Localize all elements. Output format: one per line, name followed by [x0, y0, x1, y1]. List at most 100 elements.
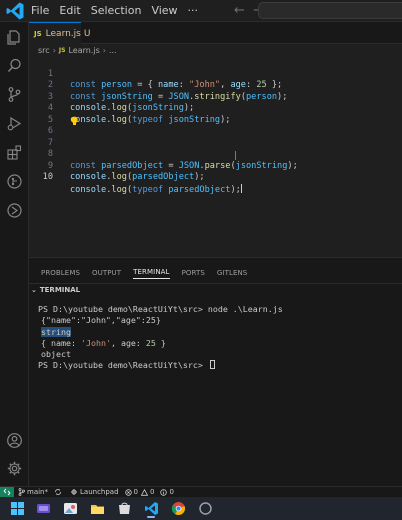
account-icon[interactable]: [6, 432, 23, 449]
sync-icon: [55, 489, 61, 495]
activity-bar: [0, 22, 29, 486]
code-line: 6: [29, 115, 402, 136]
back-arrow-icon[interactable]: ←: [234, 3, 245, 18]
launchpad-icon: [71, 489, 77, 495]
menu-edit[interactable]: Edit: [59, 4, 80, 17]
js-file-icon: JS: [58, 47, 66, 54]
code-line: 2 const jsonString = JSON.stringify(pers…: [29, 69, 402, 102]
editor-tabs: JS Learn.js U: [29, 22, 402, 44]
info-icon: [160, 488, 168, 496]
terminal-output-type: object: [41, 349, 71, 360]
code-line: 8 const parsedObject = JSON.parse(jsonSt…: [29, 138, 402, 171]
file-explorer-icon[interactable]: [90, 501, 105, 516]
vscode-logo-icon[interactable]: [5, 1, 25, 21]
js-file-icon: JS: [34, 29, 42, 38]
menu-more-icon[interactable]: ···: [188, 4, 199, 17]
chevron-right-icon: ›: [52, 46, 56, 55]
status-bar: main* Launchpad 0 0 0: [0, 486, 402, 498]
settings-gear-icon[interactable]: [6, 460, 23, 477]
breadcrumb-symbol[interactable]: ...: [109, 46, 117, 55]
widgets-icon[interactable]: [36, 501, 51, 516]
menu-selection[interactable]: Selection: [91, 4, 142, 17]
menu-file[interactable]: File: [31, 4, 49, 17]
terminal-section-header[interactable]: ⌄ TERMINAL: [29, 283, 402, 296]
command-center-search[interactable]: [258, 2, 402, 19]
terminal-prompt: PS D:\youtube demo\ReactUiYt\src>: [38, 360, 208, 371]
line-number: 10: [42, 172, 53, 182]
tab-output[interactable]: OUTPUT: [92, 269, 121, 279]
code-line: 1 const person = { name: "John", age: 25…: [29, 57, 402, 91]
source-control-icon[interactable]: [6, 86, 23, 103]
breadcrumb-folder[interactable]: src: [38, 46, 50, 55]
error-count: 0: [133, 488, 138, 496]
terminal-section-title: TERMINAL: [39, 286, 81, 294]
gitlens-icon[interactable]: [6, 173, 23, 190]
windows-start-icon[interactable]: [10, 501, 25, 516]
terminal-line: string: [38, 326, 283, 338]
extensions-icon[interactable]: [6, 144, 23, 161]
launchpad-label: Launchpad: [80, 488, 119, 496]
terminal-line: PS D:\youtube demo\ReactUiYt\src>: [38, 360, 283, 371]
tab-learn-js[interactable]: JS Learn.js U: [29, 22, 90, 44]
code-line: 9 console.log(parsedObject);: [29, 149, 402, 183]
info-count: 0: [169, 488, 174, 496]
warning-icon: [141, 488, 148, 496]
tab-untracked-badge: U: [83, 28, 91, 39]
bottom-panel: PROBLEMS OUTPUT TERMINAL PORTS GITLENS ⌄…: [29, 257, 402, 486]
branch-status[interactable]: main*: [18, 488, 48, 496]
panel-tabs: PROBLEMS OUTPUT TERMINAL PORTS GITLENS: [29, 265, 247, 279]
app-icon[interactable]: [198, 501, 213, 516]
remote-icon: [3, 488, 11, 496]
branch-name: main*: [27, 488, 48, 496]
code-line: 7: [29, 126, 402, 148]
git-branch-icon: [18, 488, 25, 496]
code-editor[interactable]: 1 const person = { name: "John", age: 25…: [29, 57, 402, 257]
lightbulb-icon[interactable]: [70, 116, 79, 126]
code-text: console.log(typeof parsedObject);: [70, 183, 242, 195]
terminal-output-object: }: [155, 337, 166, 348]
explorer-icon[interactable]: [6, 29, 23, 46]
active-app-indicator: [147, 516, 155, 518]
tab-ports[interactable]: PORTS: [182, 269, 205, 279]
terminal-output-type: string: [41, 326, 71, 337]
code-text: console.log(parsedObject);: [70, 172, 205, 182]
terminal-output-string: 'John': [80, 337, 111, 348]
tab-gitlens[interactable]: GITLENS: [217, 269, 247, 279]
tab-label: Learn.js: [45, 28, 81, 39]
terminal-command: PS D:\youtube demo\ReactUiYt\src> node .…: [38, 304, 283, 314]
terminal-output-json: {"name":"John","age":25}: [41, 315, 161, 326]
chevron-right-icon: ›: [102, 46, 106, 55]
info-status[interactable]: 0: [160, 488, 174, 496]
windows-taskbar: [0, 497, 402, 520]
store-app-icon[interactable]: [117, 501, 132, 516]
problems-status[interactable]: 0 0: [124, 488, 155, 496]
warning-count: 0: [150, 488, 155, 496]
sync-status[interactable]: [54, 488, 64, 496]
code-line: 4 console.log(typeof jsonString);: [29, 92, 402, 125]
breadcrumb-file[interactable]: Learn.js: [68, 46, 99, 55]
terminal-output[interactable]: PS D:\youtube demo\ReactUiYt\src> node .…: [38, 304, 283, 372]
mouse-ibeam-cursor: [235, 151, 236, 160]
title-bar: File Edit Selection View ··· ← →: [0, 0, 402, 22]
tab-terminal[interactable]: TERMINAL: [133, 268, 170, 279]
code-line: 5: [29, 103, 402, 125]
terminal-output-number: 25: [145, 337, 156, 348]
chevron-down-icon: ⌄: [31, 286, 37, 294]
search-icon[interactable]: [6, 57, 23, 74]
photo-app-icon[interactable]: [63, 501, 78, 516]
run-debug-icon[interactable]: [6, 115, 23, 132]
vscode-taskbar-icon[interactable]: [144, 501, 159, 516]
terminal-output-object: { name:: [41, 337, 81, 348]
remote-indicator[interactable]: [0, 486, 14, 498]
remote-explorer-icon[interactable]: [6, 202, 23, 219]
chrome-icon[interactable]: [171, 501, 186, 516]
breadcrumb: src › JS Learn.js › ...: [29, 44, 402, 57]
menu-view[interactable]: View: [151, 4, 177, 17]
launchpad-status[interactable]: Launchpad: [70, 488, 119, 496]
terminal-output-object: , age:: [110, 337, 146, 348]
terminal-cursor: [209, 360, 215, 370]
error-icon: [124, 488, 132, 496]
terminal-line: PS D:\youtube demo\ReactUiYt\src> node .…: [38, 304, 283, 315]
tab-problems[interactable]: PROBLEMS: [41, 269, 80, 279]
code-line: 3 console.log(jsonString);: [29, 80, 402, 114]
